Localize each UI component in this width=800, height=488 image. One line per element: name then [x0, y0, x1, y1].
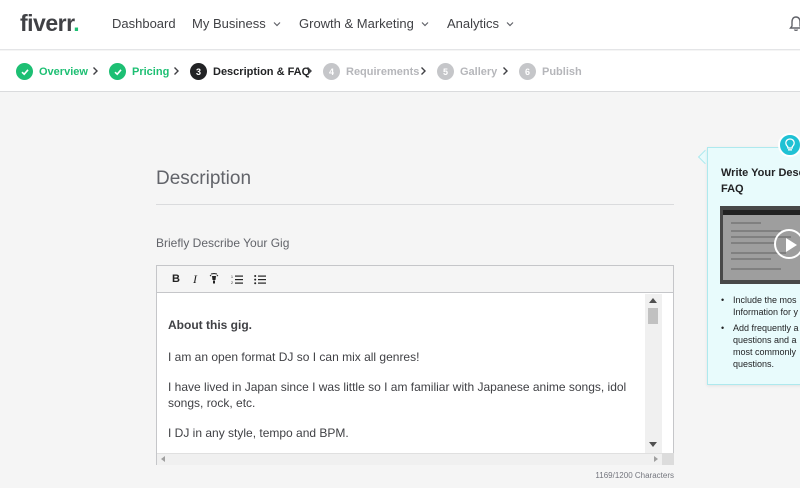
- nav-growth-marketing[interactable]: Growth & Marketing: [299, 16, 429, 31]
- svg-text:1: 1: [231, 275, 233, 279]
- content-paragraph: I have lived in Japan since I was little…: [168, 380, 627, 410]
- nav-dashboard[interactable]: Dashboard: [112, 16, 176, 31]
- vertical-scrollbar[interactable]: [645, 294, 662, 453]
- step-label: Pricing: [132, 65, 170, 78]
- scroll-up-arrow[interactable]: [649, 298, 657, 303]
- horizontal-scrollbar[interactable]: [157, 453, 662, 465]
- lightbulb-icon: [778, 133, 800, 157]
- fiverr-logo[interactable]: fiverr.: [20, 10, 80, 37]
- nav-growth-marketing-label: Growth & Marketing: [299, 16, 414, 31]
- scroll-left-arrow[interactable]: [161, 456, 165, 462]
- nav-my-business[interactable]: My Business: [192, 16, 281, 31]
- step-overview[interactable]: Overview: [16, 63, 88, 80]
- description-editor[interactable]: B I 12 About this gig. I am an open form…: [156, 265, 674, 465]
- tip-item: Add frequently a questions and a most co…: [721, 322, 799, 370]
- step-label: Publish: [542, 65, 582, 78]
- top-navbar: fiverr. Dashboard My Business Growth & M…: [0, 0, 800, 50]
- highlight-icon: [209, 273, 219, 284]
- step-number: 3: [190, 63, 207, 80]
- step-number: 5: [437, 63, 454, 80]
- editor-content[interactable]: About this gig. I am an open format DJ s…: [157, 294, 645, 453]
- ordered-list-button[interactable]: 12: [228, 271, 246, 287]
- step-number: 4: [323, 63, 340, 80]
- nav-analytics-label: Analytics: [447, 16, 500, 31]
- chevron-right-icon: [174, 67, 179, 75]
- check-icon: [16, 63, 33, 80]
- chevron-right-icon: [307, 67, 312, 75]
- italic-button[interactable]: I: [186, 271, 204, 287]
- step-label: Requirements: [346, 65, 420, 78]
- scroll-right-arrow[interactable]: [654, 456, 658, 462]
- step-pricing[interactable]: Pricing: [109, 63, 169, 80]
- section-title: Description: [156, 168, 252, 189]
- scroll-thumb[interactable]: [648, 308, 658, 324]
- bold-button[interactable]: B: [167, 271, 185, 287]
- resize-handle[interactable]: [662, 453, 674, 465]
- editor-toolbar: B I 12: [157, 266, 673, 293]
- svg-text:2: 2: [231, 281, 233, 285]
- ordered-list-icon: 12: [231, 275, 243, 285]
- step-description-faq[interactable]: 3 Description & FAQ: [190, 63, 310, 80]
- bullet-list-button[interactable]: [251, 271, 269, 287]
- scroll-down-arrow[interactable]: [649, 442, 657, 447]
- field-label: Briefly Describe Your Gig: [156, 236, 290, 250]
- chevron-right-icon: [421, 67, 426, 75]
- tips-title: Write Your Desc FAQ: [721, 167, 800, 195]
- content-paragraph: I am an open format DJ so I can mix all …: [168, 350, 420, 364]
- nav-analytics[interactable]: Analytics: [447, 16, 514, 31]
- chevron-down-icon: [273, 21, 281, 26]
- section-divider: [156, 204, 674, 205]
- step-requirements[interactable]: 4 Requirements: [323, 63, 419, 80]
- content-heading: About this gig.: [168, 318, 252, 332]
- bullet-list-icon: [254, 274, 266, 284]
- nav-dashboard-label: Dashboard: [112, 16, 176, 31]
- chevron-down-icon: [421, 21, 429, 26]
- gig-stepper: Overview Pricing 3 Description & FAQ 4 R…: [0, 51, 800, 92]
- step-label: Overview: [39, 65, 88, 78]
- play-icon[interactable]: [774, 229, 800, 259]
- chevron-right-icon: [93, 67, 98, 75]
- highlight-button[interactable]: [205, 271, 223, 287]
- chevron-down-icon: [506, 21, 514, 26]
- step-number: 6: [519, 63, 536, 80]
- tip-item: Include the mos Information for y: [721, 294, 798, 318]
- character-counter: 1169/1200 Characters: [595, 471, 674, 480]
- step-publish[interactable]: 6 Publish: [519, 63, 582, 80]
- step-gallery[interactable]: 5 Gallery: [437, 63, 497, 80]
- nav-my-business-label: My Business: [192, 16, 266, 31]
- check-icon: [109, 63, 126, 80]
- chevron-right-icon: [503, 67, 508, 75]
- bell-icon[interactable]: [788, 15, 800, 33]
- step-label: Description & FAQ: [213, 65, 311, 78]
- content-paragraph: I DJ in any style, tempo and BPM.: [168, 426, 349, 440]
- step-label: Gallery: [460, 65, 498, 78]
